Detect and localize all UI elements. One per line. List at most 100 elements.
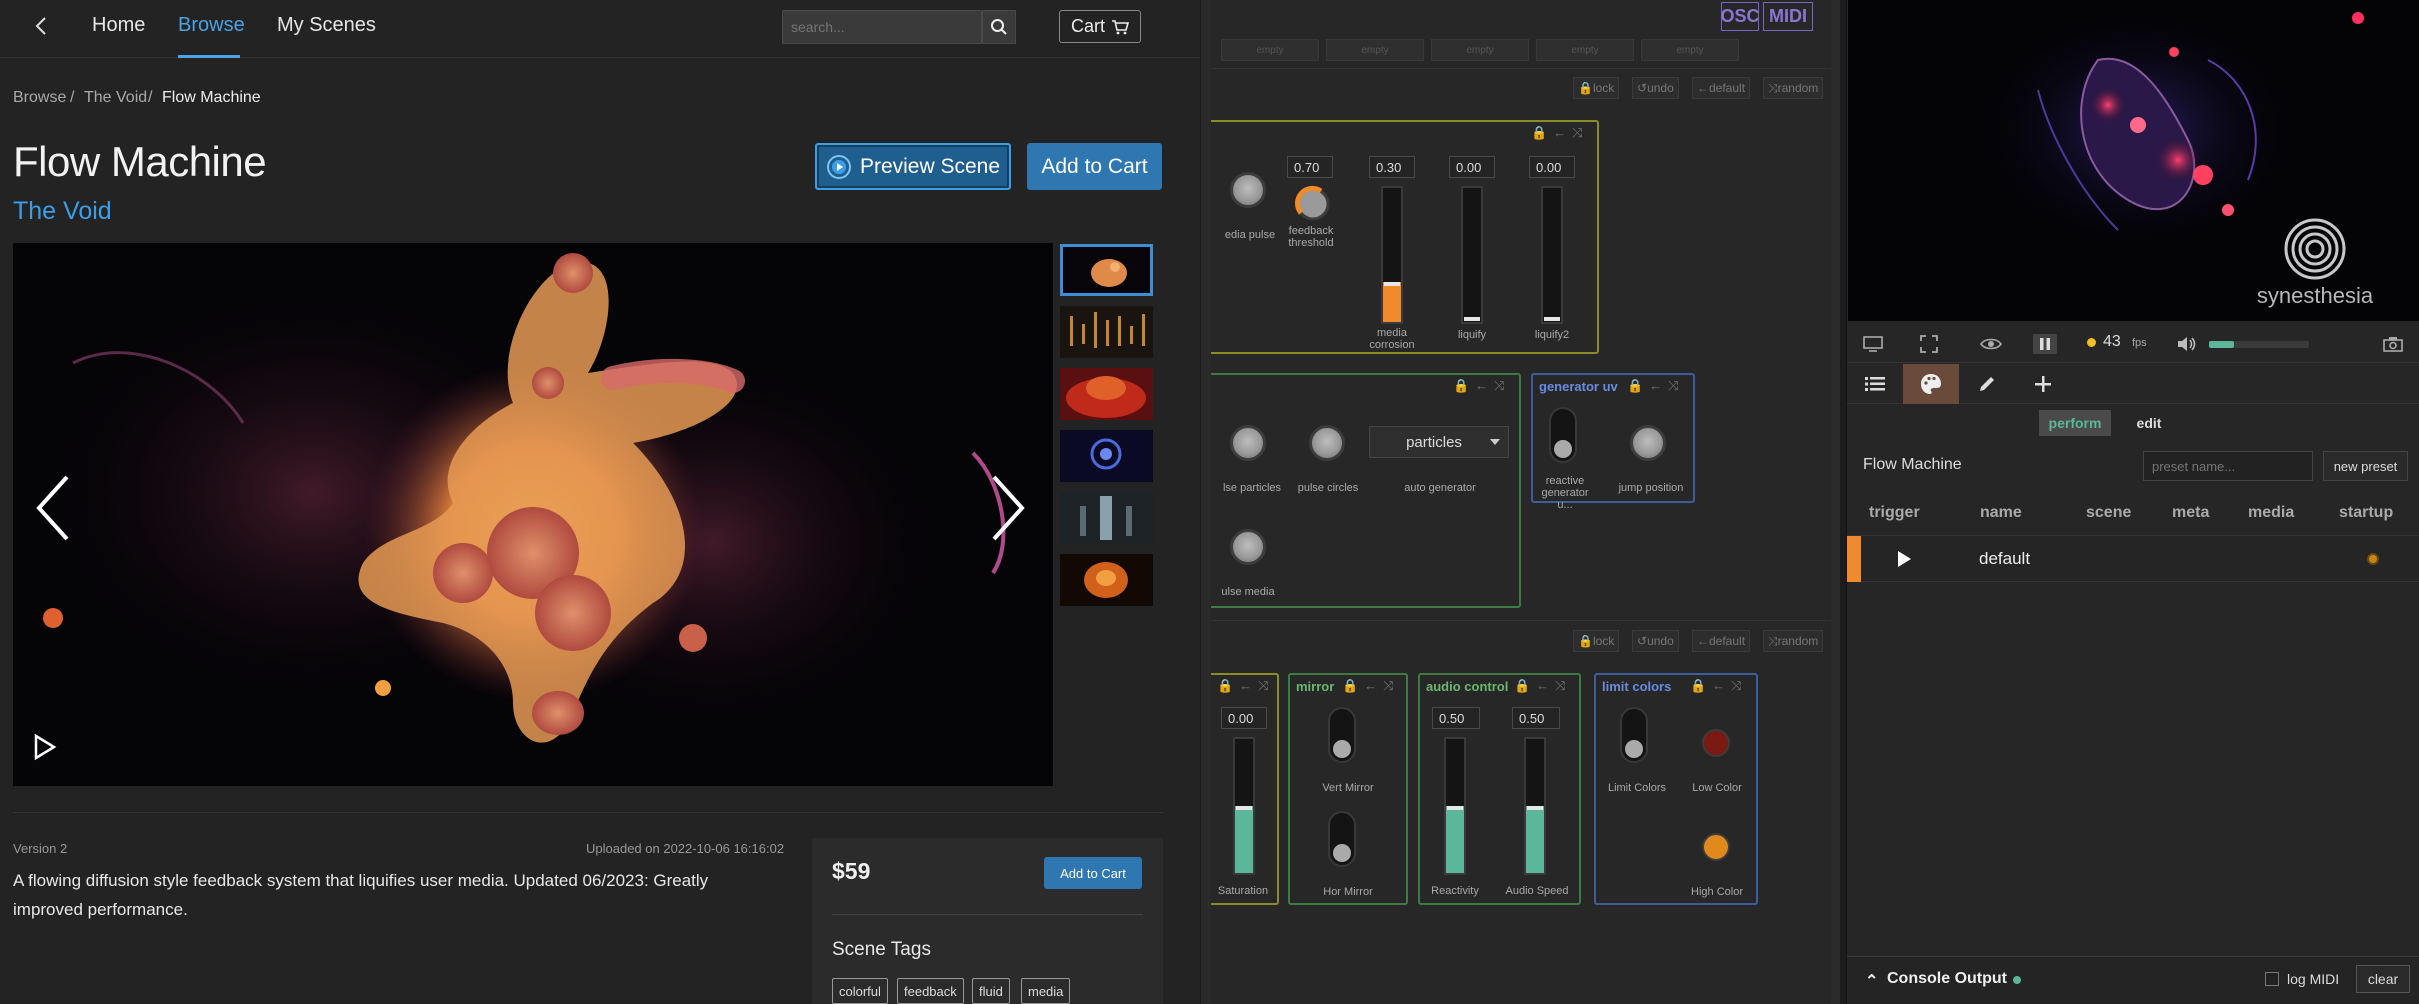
thumbnail-4[interactable] xyxy=(1060,430,1153,482)
thumbnail-2[interactable] xyxy=(1060,306,1153,358)
jump-position-label: jump position xyxy=(1618,482,1684,494)
log-midi-checkbox[interactable] xyxy=(2265,972,2279,986)
pause-icon[interactable] xyxy=(2033,334,2057,354)
empty-slot[interactable]: empty xyxy=(1536,39,1634,61)
nav-browse[interactable]: Browse xyxy=(178,14,245,37)
saturation-slider[interactable] xyxy=(1233,737,1255,875)
tab-perform[interactable]: perform xyxy=(2039,410,2111,436)
high-color-swatch[interactable] xyxy=(1702,833,1730,861)
list-icon[interactable] xyxy=(1847,364,1903,404)
creator-link[interactable]: The Void xyxy=(13,197,112,226)
group-icons[interactable]: 🔒←⤨ xyxy=(1342,678,1400,694)
thumbnail-1[interactable] xyxy=(1060,244,1153,296)
liquify2-value[interactable]: 0.00 xyxy=(1529,156,1575,178)
empty-slot[interactable]: empty xyxy=(1431,39,1529,61)
search-input[interactable] xyxy=(782,10,982,44)
pulse-media-knob[interactable] xyxy=(1230,529,1266,565)
cart-button[interactable]: Cart xyxy=(1059,10,1141,43)
jump-position-knob[interactable] xyxy=(1630,425,1666,461)
add-to-cart-small-button[interactable]: Add to Cart xyxy=(1044,857,1142,889)
group-icons[interactable]: 🔒←⤨ xyxy=(1217,678,1275,694)
reactive-generator-toggle[interactable] xyxy=(1549,407,1577,463)
monitor-icon[interactable] xyxy=(1861,334,1885,354)
chevron-up-icon[interactable]: ⌃ xyxy=(1865,971,1878,991)
thumbnail-5[interactable] xyxy=(1060,492,1153,544)
camera-icon[interactable] xyxy=(2381,334,2405,354)
limit-colors-toggle[interactable] xyxy=(1620,707,1648,763)
play-icon[interactable] xyxy=(1895,550,1913,568)
console-output-title[interactable]: Console Output xyxy=(1887,970,2007,988)
lock-button[interactable]: 🔒 lock xyxy=(1573,630,1620,652)
audio-speed-slider[interactable] xyxy=(1524,737,1546,875)
empty-slot[interactable]: empty xyxy=(1221,39,1319,61)
group-icons[interactable]: 🔒←⤨ xyxy=(1514,678,1572,694)
back-icon[interactable] xyxy=(30,14,54,38)
previous-image-button[interactable] xyxy=(33,473,73,543)
lock-button[interactable]: 🔒 lock xyxy=(1573,77,1620,99)
audio-speed-value[interactable]: 0.50 xyxy=(1512,707,1560,729)
play-icon[interactable] xyxy=(33,733,57,761)
plus-icon[interactable] xyxy=(2015,364,2071,404)
preset-row[interactable]: default xyxy=(1847,535,2419,582)
group-icons[interactable]: 🔒←⤨ xyxy=(1690,678,1748,694)
tag-media[interactable]: media xyxy=(1021,978,1071,1004)
group-icons[interactable]: 🔒←⤨ xyxy=(1453,378,1511,394)
thumbnail-6[interactable] xyxy=(1060,554,1153,606)
random-button[interactable]: ⤨ random xyxy=(1763,630,1824,652)
group-icons[interactable]: 🔒←⤨ xyxy=(1627,378,1685,394)
breadcrumb-creator[interactable]: The Void xyxy=(84,89,147,107)
palette-icon[interactable] xyxy=(1903,364,1959,404)
media-corrosion-value[interactable]: 0.30 xyxy=(1369,156,1415,178)
vert-mirror-toggle[interactable] xyxy=(1328,707,1356,763)
search-button[interactable] xyxy=(982,10,1016,44)
random-button[interactable]: ⤨ random xyxy=(1763,77,1824,99)
volume-slider[interactable] xyxy=(2209,341,2309,348)
breadcrumb-browse[interactable]: Browse xyxy=(13,89,66,107)
reactivity-slider[interactable] xyxy=(1444,737,1466,875)
thumbnail-3[interactable] xyxy=(1060,368,1153,420)
osc-button[interactable]: OSC xyxy=(1721,2,1760,31)
tag-fluid[interactable]: fluid xyxy=(972,978,1010,1004)
tab-edit[interactable]: edit xyxy=(2113,410,2185,436)
eye-icon[interactable] xyxy=(1979,334,2003,354)
generator-param-group: 🔒←⤨ lse particles pulse circles particle… xyxy=(1211,373,1521,608)
midi-button[interactable]: MIDI xyxy=(1763,2,1813,31)
undo-button[interactable]: ↺ undo xyxy=(1632,630,1679,652)
controls-scrollbar[interactable] xyxy=(1831,0,1840,1004)
default-button[interactable]: ← default xyxy=(1692,630,1751,652)
nav-my-scenes[interactable]: My Scenes xyxy=(277,14,376,37)
tag-colorful[interactable]: colorful xyxy=(832,978,888,1004)
media-pulse-knob[interactable] xyxy=(1230,172,1266,208)
default-button[interactable]: ← default xyxy=(1692,77,1751,99)
pencil-icon[interactable] xyxy=(1959,364,2015,404)
fullscreen-icon[interactable] xyxy=(1917,334,1941,354)
next-image-button[interactable] xyxy=(988,473,1028,543)
add-to-cart-button[interactable]: Add to Cart xyxy=(1027,143,1162,190)
startup-indicator[interactable] xyxy=(2367,553,2379,565)
tag-feedback[interactable]: feedback xyxy=(897,978,964,1004)
clear-console-button[interactable]: clear xyxy=(2356,965,2410,993)
pulse-circles-knob[interactable] xyxy=(1309,425,1345,461)
preset-name-input[interactable] xyxy=(2143,451,2313,481)
low-color-swatch[interactable] xyxy=(1702,729,1730,757)
liquify2-slider[interactable] xyxy=(1541,186,1563,324)
auto-generator-dropdown[interactable]: particles xyxy=(1369,426,1509,458)
preview-scene-button[interactable]: Preview Scene xyxy=(815,143,1011,190)
reactivity-value[interactable]: 0.50 xyxy=(1432,707,1480,729)
volume-icon[interactable] xyxy=(2175,334,2199,354)
group-icons[interactable]: 🔒←⤨ xyxy=(1531,125,1589,141)
feedback-threshold-value[interactable]: 0.70 xyxy=(1287,156,1333,178)
new-preset-button[interactable]: new preset xyxy=(2323,451,2408,481)
empty-slot[interactable]: empty xyxy=(1641,39,1739,61)
store-scrollbar[interactable] xyxy=(1200,0,1211,1004)
hor-mirror-toggle[interactable] xyxy=(1328,811,1356,867)
feedback-threshold-knob[interactable] xyxy=(1293,184,1333,224)
nav-home[interactable]: Home xyxy=(92,14,145,37)
media-corrosion-slider[interactable] xyxy=(1381,186,1403,324)
pulse-particles-knob[interactable] xyxy=(1230,425,1266,461)
empty-slot[interactable]: empty xyxy=(1326,39,1424,61)
liquify-value[interactable]: 0.00 xyxy=(1449,156,1495,178)
undo-button[interactable]: ↺ undo xyxy=(1632,77,1679,99)
liquify-slider[interactable] xyxy=(1461,186,1483,324)
saturation-value[interactable]: 0.00 xyxy=(1221,707,1267,729)
